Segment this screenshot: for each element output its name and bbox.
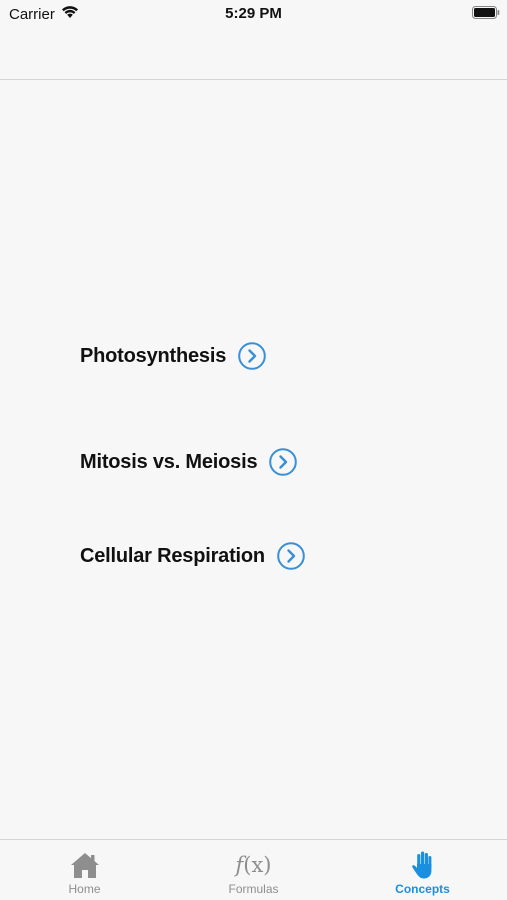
function-icon: f(x) bbox=[235, 850, 271, 880]
tab-label: Formulas bbox=[228, 882, 279, 896]
concept-label: Cellular Respiration bbox=[80, 544, 265, 567]
hand-icon bbox=[411, 850, 435, 880]
status-bar: Carrier 5:29 PM bbox=[0, 0, 507, 28]
chevron-right-circle-icon[interactable] bbox=[238, 342, 266, 370]
tab-home[interactable]: Home bbox=[0, 840, 169, 900]
tab-concepts[interactable]: Concepts bbox=[338, 840, 507, 900]
chevron-right-circle-icon[interactable] bbox=[277, 542, 305, 570]
concept-label: Mitosis vs. Meiosis bbox=[80, 450, 258, 473]
concept-item-cellular-respiration[interactable]: Cellular Respiration bbox=[80, 542, 305, 570]
battery-icon bbox=[472, 6, 500, 19]
chevron-right-circle-icon[interactable] bbox=[269, 448, 298, 476]
tab-formulas[interactable]: f(x) Formulas bbox=[169, 840, 338, 900]
home-icon bbox=[69, 850, 101, 880]
navigation-bar bbox=[0, 28, 507, 80]
status-time: 5:29 PM bbox=[225, 5, 282, 22]
concept-label: Photosynthesis bbox=[80, 344, 227, 367]
tab-bar: Home f(x) Formulas Concepts bbox=[0, 839, 507, 900]
function-icon-x: (x) bbox=[243, 853, 272, 877]
concept-item-mitosis-vs-meiosis[interactable]: Mitosis vs. Meiosis bbox=[80, 448, 298, 476]
tab-label: Home bbox=[68, 882, 101, 896]
tab-label: Concepts bbox=[395, 882, 450, 896]
concept-item-photosynthesis[interactable]: Photosynthesis bbox=[80, 342, 266, 370]
